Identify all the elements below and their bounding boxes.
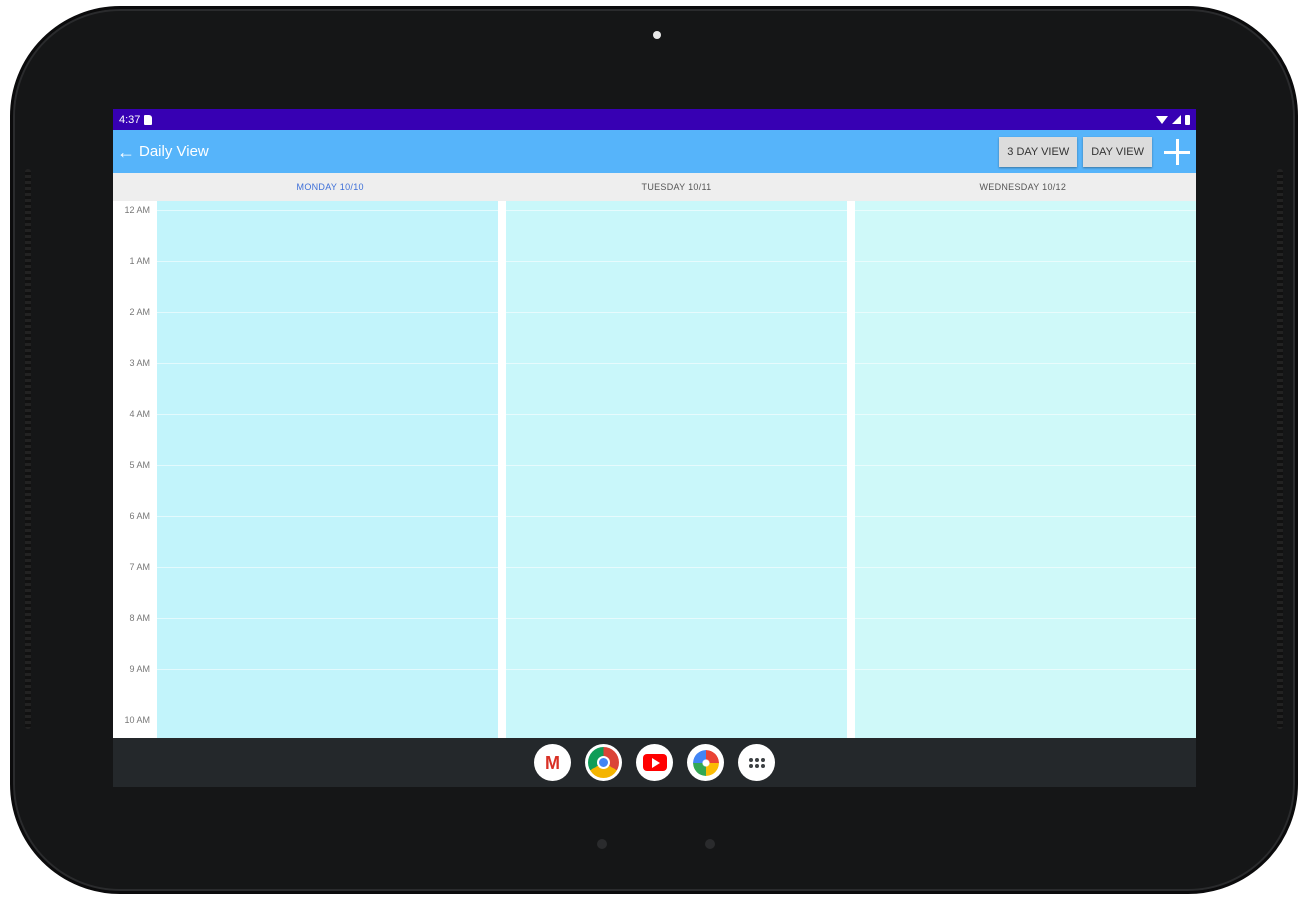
wifi-icon xyxy=(1156,115,1168,124)
hour-label: 6 AM xyxy=(129,511,150,521)
device-screen: 4:37 ← Daily View 3 DAY VIEW DAY VIEW MO… xyxy=(113,109,1196,787)
hour-label: 12 AM xyxy=(124,205,150,215)
hour-label: 4 AM xyxy=(129,409,150,419)
header-gutter xyxy=(113,173,157,201)
hour-label: 5 AM xyxy=(129,460,150,470)
day-header-monday[interactable]: MONDAY 10/10 xyxy=(157,173,503,201)
add-event-icon[interactable] xyxy=(1162,137,1192,167)
status-indicators xyxy=(1156,114,1190,125)
youtube-box xyxy=(642,754,667,771)
day-header-wednesday[interactable]: WEDNESDAY 10/12 xyxy=(850,173,1196,201)
status-time: 4:37 xyxy=(119,113,141,126)
sd-card-icon xyxy=(144,114,153,125)
day-header-tuesday[interactable]: TUESDAY 10/11 xyxy=(503,173,849,201)
app-dock: M xyxy=(113,738,1196,787)
youtube-play-icon xyxy=(651,757,660,768)
gmail-glyph: M xyxy=(545,752,560,773)
hour-label: 9 AM xyxy=(129,664,150,674)
hour-label: 7 AM xyxy=(129,562,150,572)
day-column-monday[interactable] xyxy=(157,201,498,738)
front-camera xyxy=(653,31,661,39)
day-header-row: MONDAY 10/10 TUESDAY 10/11 WEDNESDAY 10/… xyxy=(113,173,1196,201)
photos-icon[interactable] xyxy=(687,744,724,781)
back-arrow-icon[interactable]: ← xyxy=(117,143,135,161)
app-bar: ← Daily View 3 DAY VIEW DAY VIEW xyxy=(113,130,1196,173)
hour-label: 8 AM xyxy=(129,613,150,623)
day-view-button[interactable]: DAY VIEW xyxy=(1083,136,1152,167)
calendar-grid[interactable]: 12 AM 1 AM 2 AM 3 AM 4 AM 5 AM 6 AM 7 AM 8 AM 9 A… xyxy=(113,201,1196,738)
day-column-wednesday[interactable] xyxy=(855,201,1196,738)
chrome-icon[interactable] xyxy=(585,744,622,781)
status-bar: 4:37 xyxy=(113,109,1196,130)
time-gutter: 12 AM 1 AM 2 AM 3 AM 4 AM 5 AM 6 AM 7 AM 8 AM 9 A… xyxy=(113,201,157,738)
signal-icon xyxy=(1172,115,1181,124)
page-title: Daily View xyxy=(139,143,209,160)
app-drawer-icon[interactable] xyxy=(738,744,775,781)
app-bar-actions: 3 DAY VIEW DAY VIEW xyxy=(999,136,1192,167)
hour-label: 3 AM xyxy=(129,358,150,368)
hour-label: 10 AM xyxy=(124,715,150,725)
chrome-ring xyxy=(588,747,619,778)
hour-label: 2 AM xyxy=(129,307,150,317)
youtube-icon[interactable] xyxy=(636,744,673,781)
photos-pinwheel xyxy=(692,749,719,776)
hardware-button-left xyxy=(597,839,607,849)
chrome-center xyxy=(597,756,610,769)
speaker-grille-right xyxy=(1277,169,1283,729)
three-day-view-button[interactable]: 3 DAY VIEW xyxy=(999,136,1078,167)
hardware-button-right xyxy=(705,839,715,849)
speaker-grille-left xyxy=(25,169,31,729)
gmail-icon[interactable]: M xyxy=(534,744,571,781)
day-column-tuesday[interactable] xyxy=(506,201,847,738)
hour-label: 1 AM xyxy=(129,256,150,266)
battery-icon xyxy=(1185,114,1190,125)
app-drawer-grid xyxy=(748,757,765,768)
